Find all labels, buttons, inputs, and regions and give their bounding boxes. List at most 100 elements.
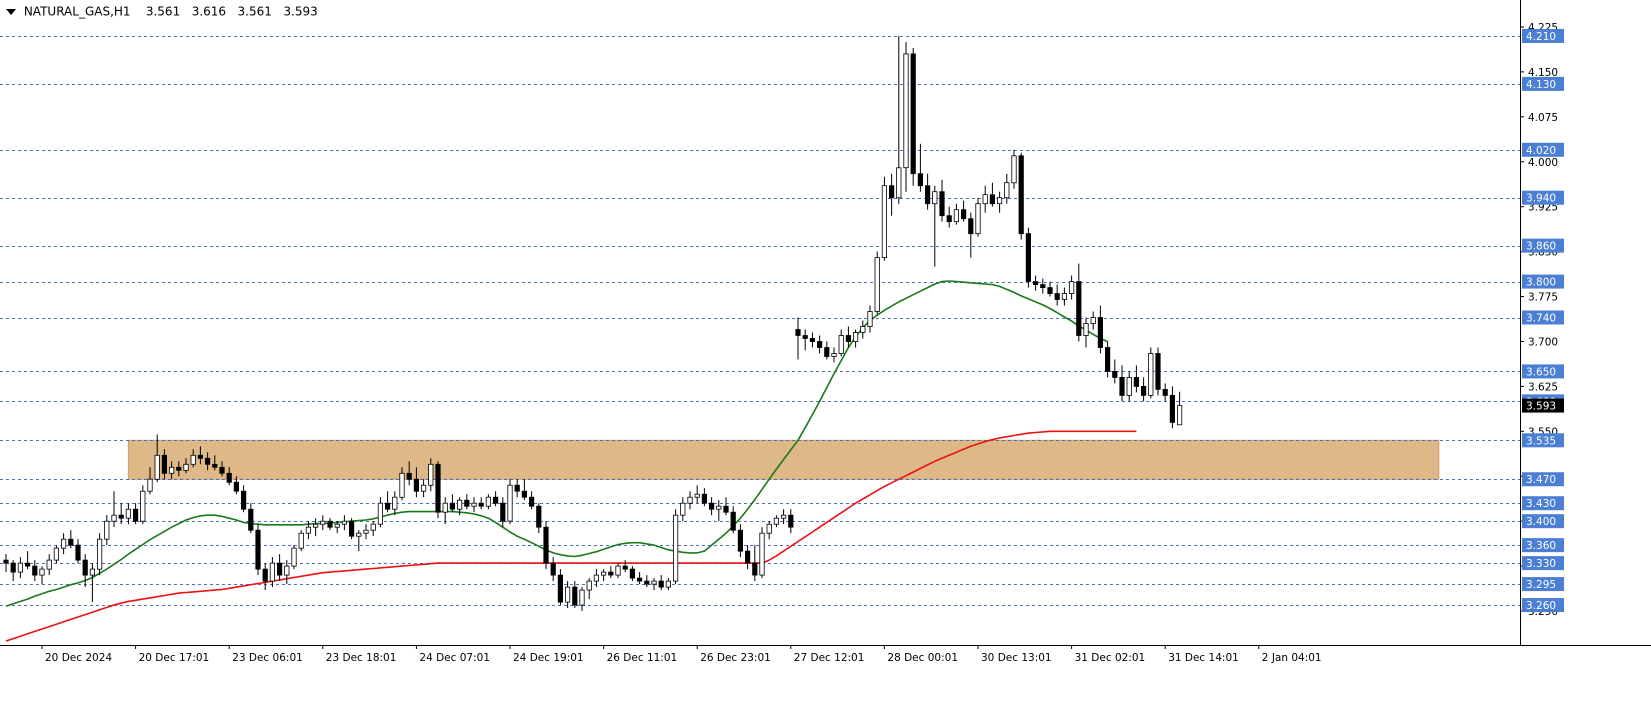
level-price-label: 3.295 bbox=[1526, 579, 1556, 591]
candle-bearish bbox=[709, 502, 715, 510]
price-tick-label: 4.000 bbox=[1528, 157, 1558, 169]
candle-bearish bbox=[550, 562, 556, 576]
level-price-label: 4.020 bbox=[1526, 145, 1556, 157]
time-tick-label: 23 Dec 06:01 bbox=[232, 652, 303, 664]
candle-bullish bbox=[140, 490, 146, 522]
level-price-label: 4.210 bbox=[1526, 31, 1556, 43]
candle-bullish bbox=[1177, 405, 1183, 426]
candle-bearish bbox=[255, 529, 261, 570]
candle-bullish bbox=[665, 580, 672, 588]
candle-bullish bbox=[377, 502, 384, 525]
candle-bullish bbox=[881, 185, 888, 258]
candle-bearish bbox=[248, 508, 254, 531]
ohlc-low: 3.561 bbox=[237, 4, 272, 19]
candle-bullish bbox=[363, 529, 369, 534]
candle-bullish bbox=[53, 547, 60, 561]
candle-bearish bbox=[925, 185, 931, 205]
candle-bearish bbox=[622, 565, 628, 570]
level-price-label: 3.940 bbox=[1526, 193, 1556, 205]
candle-bearish bbox=[536, 505, 542, 528]
candle-bullish bbox=[651, 580, 657, 585]
candle-bullish bbox=[896, 167, 902, 199]
candle-bearish bbox=[572, 586, 578, 606]
candle-bearish bbox=[212, 463, 218, 468]
price-tick-label: 3.625 bbox=[1528, 381, 1558, 393]
level-price-label: 3.260 bbox=[1526, 600, 1556, 612]
candle-bullish bbox=[773, 517, 780, 525]
candle-bearish bbox=[1105, 347, 1111, 372]
candle-bearish bbox=[802, 335, 808, 339]
candle-bearish bbox=[226, 472, 232, 483]
candle-bullish bbox=[305, 526, 312, 534]
candle-bullish bbox=[183, 463, 189, 471]
time-tick-label: 20 Dec 2024 bbox=[45, 652, 112, 664]
candle-bearish bbox=[262, 568, 268, 582]
candle-bullish bbox=[615, 565, 621, 576]
candle-bearish bbox=[1133, 376, 1139, 387]
dropdown-triangle-icon[interactable] bbox=[6, 8, 16, 15]
level-price-label: 3.740 bbox=[1526, 313, 1556, 325]
level-price-label: 3.330 bbox=[1526, 558, 1556, 570]
candle-bullish bbox=[507, 484, 513, 522]
candle-bearish bbox=[824, 347, 830, 357]
candle-bullish bbox=[953, 209, 960, 223]
candle-bearish bbox=[737, 529, 744, 552]
candle-bearish bbox=[500, 502, 506, 522]
candle-bullish bbox=[471, 502, 477, 507]
candle-bullish bbox=[1083, 323, 1089, 336]
candle-bearish bbox=[1047, 287, 1053, 295]
time-tick-label: 27 Dec 12:01 bbox=[794, 652, 865, 664]
candle-bearish bbox=[32, 565, 38, 576]
candle-bullish bbox=[932, 191, 938, 205]
candle-bullish bbox=[17, 562, 24, 573]
time-tick-label: 26 Dec 11:01 bbox=[607, 652, 678, 664]
candle-bearish bbox=[240, 490, 247, 510]
candle-bearish bbox=[745, 550, 751, 564]
candle-bearish bbox=[197, 454, 203, 459]
candle-bullish bbox=[89, 568, 95, 576]
candle-bearish bbox=[384, 502, 391, 510]
candle-bullish bbox=[982, 194, 988, 205]
candle-bearish bbox=[529, 496, 535, 507]
candle-bearish bbox=[521, 490, 528, 498]
candle-bearish bbox=[1054, 293, 1060, 300]
chart-root: NATURAL_GAS,H1 3.561 3.616 3.561 3.593 4… bbox=[0, 0, 1651, 706]
candle-bullish bbox=[97, 538, 103, 570]
candle-bullish bbox=[579, 589, 585, 606]
candle-bullish bbox=[1090, 317, 1096, 324]
candle-bullish bbox=[766, 523, 772, 534]
candle-bullish bbox=[370, 523, 376, 531]
candle-bullish bbox=[874, 257, 880, 312]
time-tick-label: 26 Dec 23:01 bbox=[700, 652, 771, 664]
candle-bearish bbox=[75, 544, 81, 561]
time-tick-label: 28 Dec 00:01 bbox=[887, 652, 958, 664]
candle-bearish bbox=[132, 508, 139, 522]
time-tick-label: 31 Dec 14:01 bbox=[1168, 652, 1239, 664]
candle-bearish bbox=[204, 457, 211, 465]
candle-bullish bbox=[392, 496, 398, 510]
candle-bullish bbox=[1061, 293, 1067, 300]
candle-bullish bbox=[428, 463, 434, 486]
candle-bearish bbox=[1040, 284, 1046, 289]
ohlc-high: 3.616 bbox=[191, 4, 227, 19]
price-chart[interactable]: 4.2254.1504.0754.0003.9253.8503.7753.700… bbox=[0, 0, 1651, 706]
candle-bullish bbox=[399, 472, 405, 498]
candle-bullish bbox=[565, 586, 571, 603]
candle-bullish bbox=[284, 565, 290, 576]
candle-bearish bbox=[3, 559, 9, 564]
candle-bullish bbox=[593, 574, 600, 582]
candle-bearish bbox=[637, 577, 643, 582]
candle-bullish bbox=[154, 454, 160, 480]
candle-bullish bbox=[860, 326, 866, 333]
candle-bearish bbox=[10, 562, 16, 573]
candle-bullish bbox=[680, 502, 686, 516]
candle-bullish bbox=[759, 532, 765, 576]
candle-bullish bbox=[997, 197, 1003, 205]
candle-bullish bbox=[716, 505, 722, 510]
symbol-header[interactable]: NATURAL_GAS,H1 3.561 3.616 3.561 3.593 bbox=[6, 4, 318, 19]
level-price-label: 3.470 bbox=[1526, 474, 1556, 486]
candle-bearish bbox=[449, 502, 456, 510]
time-tick-label: 23 Dec 18:01 bbox=[326, 652, 397, 664]
level-price-label: 3.650 bbox=[1526, 366, 1556, 378]
candle-bearish bbox=[464, 499, 470, 507]
